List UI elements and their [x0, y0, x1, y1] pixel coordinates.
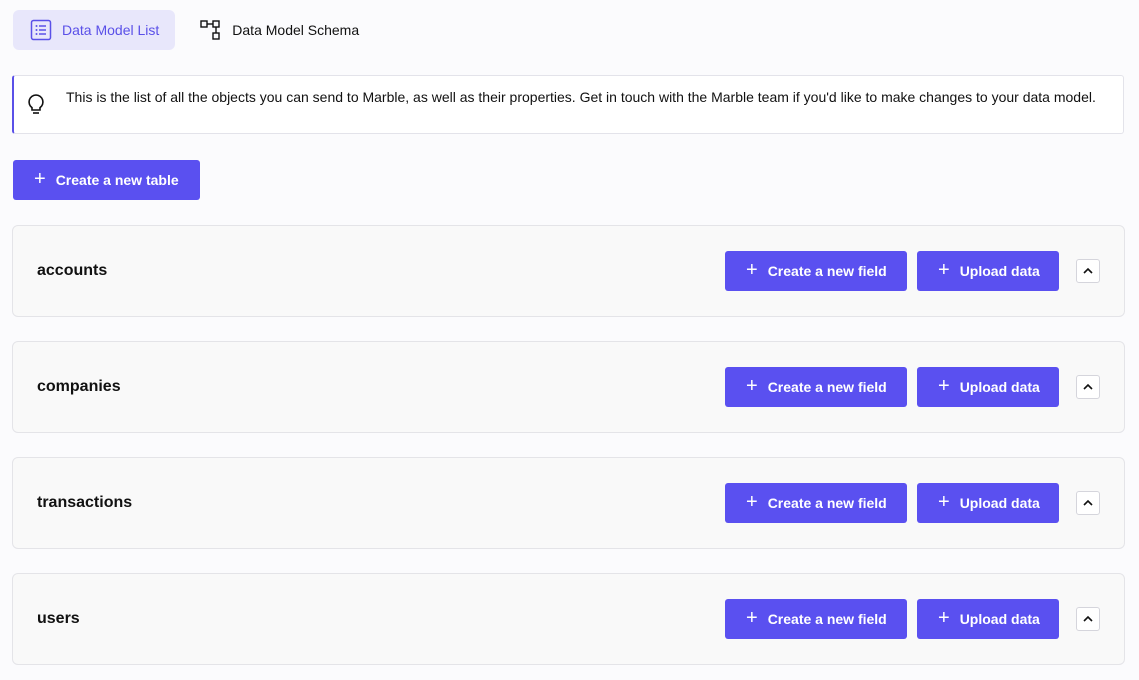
collapse-button[interactable] [1076, 259, 1100, 283]
tab-label: Data Model Schema [232, 22, 360, 38]
create-field-button[interactable]: + Create a new field [725, 599, 907, 639]
table-card-transactions: transactions + Create a new field + Uplo… [12, 457, 1125, 549]
button-label: Create a new field [767, 263, 887, 279]
button-label: Create a new table [55, 172, 179, 188]
tab-data-model-schema[interactable]: Data Model Schema [183, 10, 375, 50]
plus-icon: + [938, 607, 950, 629]
lightbulb-icon [26, 93, 46, 117]
table-card-companies: companies + Create a new field + Upload … [12, 341, 1125, 433]
plus-icon: + [746, 259, 758, 281]
create-field-button[interactable]: + Create a new field [725, 483, 907, 523]
chevron-up-icon [1083, 267, 1093, 274]
upload-data-button[interactable]: + Upload data [917, 483, 1059, 523]
plus-icon: + [938, 259, 950, 281]
view-tabs: Data Model List Data Model Schema [13, 10, 375, 50]
table-name: accounts [37, 262, 108, 279]
list-icon [30, 19, 52, 41]
create-field-button[interactable]: + Create a new field [725, 251, 907, 291]
collapse-button[interactable] [1076, 607, 1100, 631]
button-label: Create a new field [767, 495, 887, 511]
plus-icon: + [938, 375, 950, 397]
upload-data-button[interactable]: + Upload data [917, 251, 1059, 291]
button-label: Upload data [959, 495, 1040, 511]
chevron-up-icon [1083, 383, 1093, 390]
plus-icon: + [746, 491, 758, 513]
table-name: transactions [37, 494, 133, 511]
plus-icon: + [746, 375, 758, 397]
create-table-button[interactable]: + Create a new table [13, 160, 200, 200]
chevron-up-icon [1083, 615, 1093, 622]
schema-icon [200, 19, 222, 41]
upload-data-button[interactable]: + Upload data [917, 599, 1059, 639]
create-field-button[interactable]: + Create a new field [725, 367, 907, 407]
chevron-up-icon [1083, 499, 1093, 506]
info-callout: This is the list of all the objects you … [12, 75, 1124, 134]
table-card-accounts: accounts + Create a new field + Upload d… [12, 225, 1125, 317]
collapse-button[interactable] [1076, 375, 1100, 399]
table-name: users [37, 610, 80, 627]
plus-icon: + [746, 607, 758, 629]
callout-text: This is the list of all the objects you … [66, 89, 1096, 105]
tab-data-model-list[interactable]: Data Model List [13, 10, 176, 50]
upload-data-button[interactable]: + Upload data [917, 367, 1059, 407]
plus-icon: + [938, 491, 950, 513]
plus-icon: + [34, 168, 46, 190]
table-name: companies [37, 378, 121, 395]
button-label: Upload data [959, 379, 1040, 395]
table-card-users: users + Create a new field + Upload data [12, 573, 1125, 665]
button-label: Upload data [959, 611, 1040, 627]
button-label: Create a new field [767, 611, 887, 627]
collapse-button[interactable] [1076, 491, 1100, 515]
button-label: Create a new field [767, 379, 887, 395]
button-label: Upload data [959, 263, 1040, 279]
tab-label: Data Model List [62, 22, 160, 38]
